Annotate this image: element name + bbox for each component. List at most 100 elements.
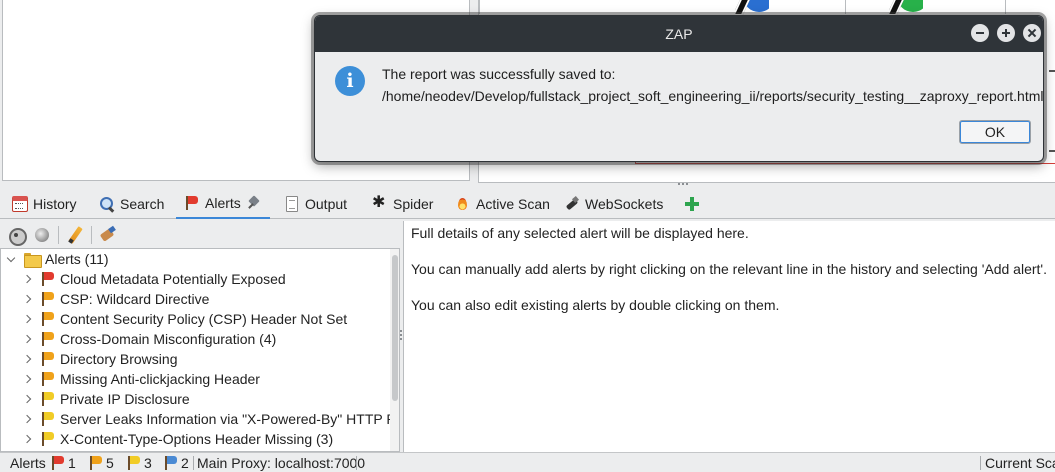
tab-output[interactable]: Output: [276, 189, 355, 219]
tree-item-label: Missing Anti-clickjacking Header: [60, 371, 260, 387]
low-risk-flag-icon: [126, 455, 142, 471]
close-icon[interactable]: [1023, 24, 1041, 42]
tab-label: Output: [305, 196, 348, 212]
folder-icon: [24, 252, 42, 268]
status-proxy: Main Proxy: localhost:7000: [197, 454, 365, 472]
tab-label: Alerts: [205, 195, 241, 211]
alerts-toolbar: [0, 221, 403, 248]
medium-risk-flag-icon: [40, 371, 56, 387]
low-risk-flag-icon: [40, 411, 56, 427]
high-risk-flag-icon: [50, 455, 66, 471]
panel-divider: [479, 0, 480, 14]
tree-item-label: Cloud Metadata Potentially Exposed: [60, 271, 286, 287]
tab-active-scan[interactable]: Active Scan: [447, 189, 558, 219]
link-with-sites-icon[interactable]: [32, 225, 52, 245]
maximize-icon[interactable]: [997, 24, 1015, 42]
tab-spider[interactable]: Spider: [364, 189, 441, 219]
status-alerts-label: Alerts: [10, 454, 46, 472]
tree-item[interactable]: Cloud Metadata Potentially Exposed: [23, 269, 286, 289]
output-icon: [286, 196, 298, 212]
alerts-tree: Alerts (11) Cloud Metadata Potentially E…: [1, 249, 390, 451]
tree-root-alerts[interactable]: Alerts (11): [7, 249, 109, 269]
tree-item[interactable]: Server Leaks Information via "X-Powered-…: [23, 409, 390, 429]
panel-divider: [1005, 0, 1006, 14]
status-divider: [980, 456, 981, 470]
chevron-right-icon[interactable]: [23, 314, 33, 324]
dialog-message: The report was successfully saved to:: [382, 66, 616, 82]
alert-details-panel: Full details of any selected alert will …: [403, 221, 1055, 452]
tree-item[interactable]: Private IP Disclosure: [23, 389, 190, 409]
scope-filter-icon[interactable]: [6, 225, 27, 246]
tree-item-label: X-Content-Type-Options Header Missing (3…: [60, 431, 334, 447]
minimize-icon[interactable]: [971, 24, 989, 42]
chevron-down-icon[interactable]: [7, 254, 17, 264]
pin-icon[interactable]: [246, 195, 262, 211]
tree-root-label: Alerts (11): [45, 251, 109, 267]
count-value: 3: [144, 455, 152, 471]
chevron-right-icon[interactable]: [23, 394, 33, 404]
search-icon: [99, 196, 115, 212]
chevron-right-icon[interactable]: [23, 414, 33, 424]
current-scans-text: Current Sca: [985, 455, 1055, 471]
medium-risk-flag-icon: [88, 455, 104, 471]
medium-risk-flag-icon: [40, 351, 56, 367]
tree-item[interactable]: Cross-Domain Misconfiguration (4): [23, 329, 276, 349]
status-high-count: 1: [50, 454, 76, 472]
tree-scrollbar[interactable]: [390, 249, 399, 451]
tab-label: Spider: [393, 196, 434, 212]
count-value: 1: [68, 455, 76, 471]
chevron-right-icon[interactable]: [23, 434, 33, 444]
info-icon: i: [335, 66, 365, 96]
medium-risk-flag-icon: [40, 291, 56, 307]
tab-label: WebSockets: [585, 196, 664, 212]
low-risk-flag-icon: [40, 431, 56, 447]
high-risk-flag-icon: [40, 271, 56, 287]
details-text: Full details of any selected alert will …: [411, 225, 749, 241]
tree-item[interactable]: Missing Anti-clickjacking Header: [23, 369, 260, 389]
alert-flag-icon: [184, 195, 200, 211]
edit-alert-icon[interactable]: [65, 225, 85, 245]
automated-scan-logo: [735, 0, 769, 16]
tab-history[interactable]: History: [4, 189, 85, 219]
spider-icon: [372, 194, 388, 212]
tree-item-label: Directory Browsing: [60, 351, 178, 367]
tree-item[interactable]: CSP: Wildcard Directive: [23, 289, 209, 309]
dialog-titlebar[interactable]: ZAP: [315, 16, 1043, 52]
status-divider: [356, 456, 357, 470]
chevron-right-icon[interactable]: [23, 274, 33, 284]
websockets-icon: [564, 196, 580, 212]
history-icon: [12, 196, 28, 212]
medium-risk-flag-icon: [40, 311, 56, 327]
status-label: Alerts: [10, 455, 46, 471]
panel-divider: [845, 0, 846, 14]
tree-item[interactable]: X-Content-Type-Options Header Missing (3…: [23, 429, 333, 449]
horizontal-splitter-grip[interactable]: [676, 183, 690, 187]
chevron-right-icon[interactable]: [23, 374, 33, 384]
plus-icon: [684, 196, 700, 212]
tab-websockets[interactable]: WebSockets: [556, 189, 671, 219]
info-risk-flag-icon: [163, 455, 179, 471]
active-scan-icon: [455, 196, 471, 212]
tree-item[interactable]: Directory Browsing: [23, 349, 177, 369]
tab-search[interactable]: Search: [91, 189, 172, 219]
status-divider: [193, 456, 194, 470]
chevron-right-icon[interactable]: [23, 334, 33, 344]
delete-all-alerts-icon[interactable]: [98, 225, 118, 245]
tree-item-label: Cross-Domain Misconfiguration (4): [60, 331, 277, 347]
chevron-right-icon[interactable]: [23, 354, 33, 364]
panel-edge: [1045, 48, 1055, 152]
toolbar-separator: [91, 225, 92, 244]
tab-alerts[interactable]: Alerts: [176, 189, 270, 219]
scrollbar-thumb[interactable]: [392, 255, 398, 401]
bottom-tab-bar: History Search Alerts Output Spider Acti…: [0, 189, 1055, 219]
add-tab-button[interactable]: [676, 189, 708, 219]
tree-item[interactable]: Content Security Policy (CSP) Header Not…: [23, 309, 347, 329]
ok-button[interactable]: OK: [959, 120, 1031, 144]
report-saved-dialog: ZAP i The report was successfully saved …: [314, 15, 1044, 162]
tab-label: History: [33, 196, 77, 212]
tree-item-label: Server Leaks Information via "X-Powered-…: [60, 411, 390, 427]
dialog-report-path: /home/neodev/Develop/fullstack_project_s…: [382, 88, 1044, 104]
chevron-right-icon[interactable]: [23, 294, 33, 304]
low-risk-flag-icon: [40, 391, 56, 407]
tab-label: Active Scan: [476, 196, 550, 212]
